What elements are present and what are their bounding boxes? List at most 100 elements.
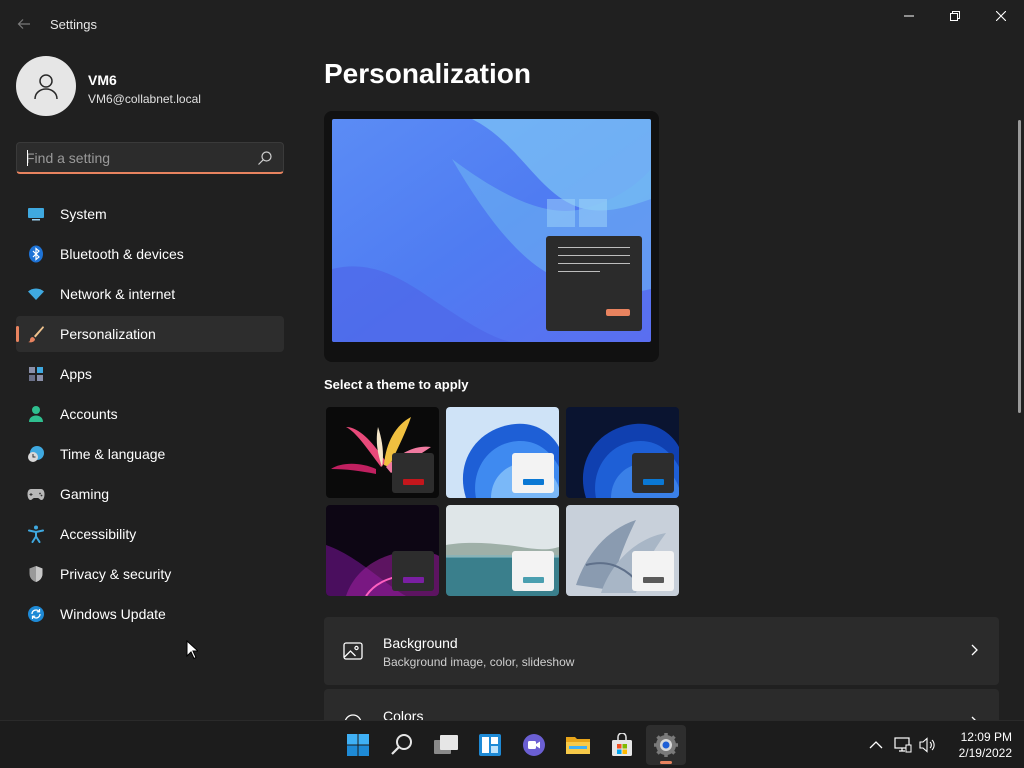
theme-preview-window — [392, 551, 434, 591]
image-icon — [343, 642, 363, 660]
sidebar-item-label: Accounts — [60, 406, 118, 422]
gamepad-icon — [27, 485, 45, 503]
teams-chat-button[interactable] — [514, 725, 554, 765]
sidebar-item-time-language[interactable]: Time & language — [16, 436, 284, 472]
close-button[interactable] — [978, 0, 1024, 32]
active-app-indicator — [660, 761, 672, 764]
network-icon — [894, 737, 912, 753]
sidebar-item-gaming[interactable]: Gaming — [16, 476, 284, 512]
chevron-right-icon — [971, 644, 978, 656]
search-icon[interactable] — [257, 150, 273, 166]
sidebar-item-system[interactable]: System — [16, 196, 284, 232]
settings-icon — [654, 733, 678, 757]
theme-accent-swatch — [643, 577, 664, 583]
restore-button[interactable] — [932, 0, 978, 32]
taskbar: 12:09 PM 2/19/2022 — [0, 720, 1024, 768]
search-icon — [391, 734, 412, 755]
page-title: Personalization — [324, 58, 531, 89]
theme-tile-captured-motion[interactable] — [326, 505, 439, 596]
search-input[interactable] — [26, 149, 246, 167]
shield-icon — [27, 565, 45, 583]
sidebar-item-label: Time & language — [60, 446, 166, 462]
apps-icon — [27, 365, 45, 383]
sidebar-item-label: Windows Update — [60, 606, 166, 622]
theme-tile-windows-dark[interactable] — [566, 407, 679, 498]
settings-taskbar-button[interactable] — [646, 725, 686, 765]
text-caret — [27, 150, 28, 166]
store-icon — [612, 733, 632, 756]
widgets-button[interactable] — [470, 725, 510, 765]
preview-line — [558, 271, 600, 272]
task-view-button[interactable] — [426, 725, 466, 765]
volume-icon — [919, 737, 935, 753]
back-arrow-icon — [17, 19, 30, 29]
minimize-button[interactable] — [886, 0, 932, 32]
paintbrush-icon — [27, 325, 45, 343]
search-box[interactable] — [16, 142, 284, 174]
restore-icon — [950, 11, 960, 21]
app-title: Settings — [50, 17, 97, 32]
user-name: VM6 — [88, 72, 117, 88]
sidebar-item-label: Privacy & security — [60, 566, 172, 582]
sidebar-item-bluetooth-devices[interactable]: Bluetooth & devices — [16, 236, 284, 272]
theme-accent-swatch — [523, 479, 544, 485]
sidebar-item-privacy-security[interactable]: Privacy & security — [16, 556, 284, 592]
sidebar-nav: System Bluetooth & devices Network & int… — [16, 196, 284, 636]
file-explorer-icon — [566, 737, 590, 754]
show-hidden-icons-button[interactable] — [866, 735, 886, 755]
sidebar-item-personalization[interactable]: Personalization — [16, 316, 284, 352]
theme-accent-swatch — [643, 479, 664, 485]
clock-time: 12:09 PM — [960, 730, 1012, 744]
theme-tile-sunrise[interactable] — [446, 505, 559, 596]
sidebar-item-label: Personalization — [60, 326, 156, 342]
theme-preview — [324, 111, 659, 362]
store-button[interactable] — [602, 725, 642, 765]
sidebar-item-accounts[interactable]: Accounts — [16, 396, 284, 432]
teams-chat-icon — [523, 734, 545, 756]
theme-preview-window — [632, 453, 674, 493]
preview-window — [546, 236, 642, 331]
preview-line — [558, 247, 630, 248]
avatar — [16, 56, 76, 116]
desktop-preview-image — [332, 119, 651, 342]
clock-date: 2/19/2022 — [958, 746, 1012, 760]
sidebar-item-network-internet[interactable]: Network & internet — [16, 276, 284, 312]
theme-section-label: Select a theme to apply — [324, 377, 469, 392]
person-icon — [27, 405, 45, 423]
sidebar-item-apps[interactable]: Apps — [16, 356, 284, 392]
sidebar-item-accessibility[interactable]: Accessibility — [16, 516, 284, 552]
minimize-icon — [904, 15, 914, 17]
card-subtitle: Background image, color, slideshow — [383, 655, 575, 669]
sidebar-item-label: Accessibility — [60, 526, 137, 542]
preview-line — [558, 255, 630, 256]
background-settings-card[interactable]: Background Background image, color, slid… — [324, 617, 999, 685]
network-tray-button[interactable] — [893, 735, 913, 755]
widgets-icon — [479, 734, 501, 756]
start-button[interactable] — [338, 725, 378, 765]
chevron-up-icon — [869, 741, 883, 749]
preview-accent-button — [606, 309, 630, 316]
volume-tray-button[interactable] — [918, 735, 938, 755]
start-icon — [347, 734, 369, 756]
card-title: Background — [383, 635, 458, 651]
task-view-icon — [434, 735, 458, 754]
theme-tile-glow[interactable] — [326, 407, 439, 498]
theme-accent-swatch — [403, 479, 424, 485]
title-bar: Settings — [0, 0, 1024, 48]
theme-tile-flow[interactable] — [566, 505, 679, 596]
taskbar-clock[interactable]: 12:09 PM 2/19/2022 — [948, 729, 1012, 761]
theme-preview-window — [512, 551, 554, 591]
file-explorer-button[interactable] — [558, 725, 598, 765]
update-icon — [27, 605, 45, 623]
taskbar-search-button[interactable] — [382, 725, 422, 765]
scrollbar-thumb[interactable] — [1018, 120, 1021, 413]
theme-tile-windows-light[interactable] — [446, 407, 559, 498]
theme-accent-swatch — [403, 577, 424, 583]
theme-preview-window — [392, 453, 434, 493]
sidebar-item-label: Gaming — [60, 486, 110, 502]
mouse-cursor-icon — [186, 640, 198, 660]
sidebar-item-label: System — [60, 206, 107, 222]
back-button[interactable] — [12, 12, 36, 36]
sidebar-item-windows-update[interactable]: Windows Update — [16, 596, 284, 632]
clock-globe-icon — [27, 445, 45, 463]
